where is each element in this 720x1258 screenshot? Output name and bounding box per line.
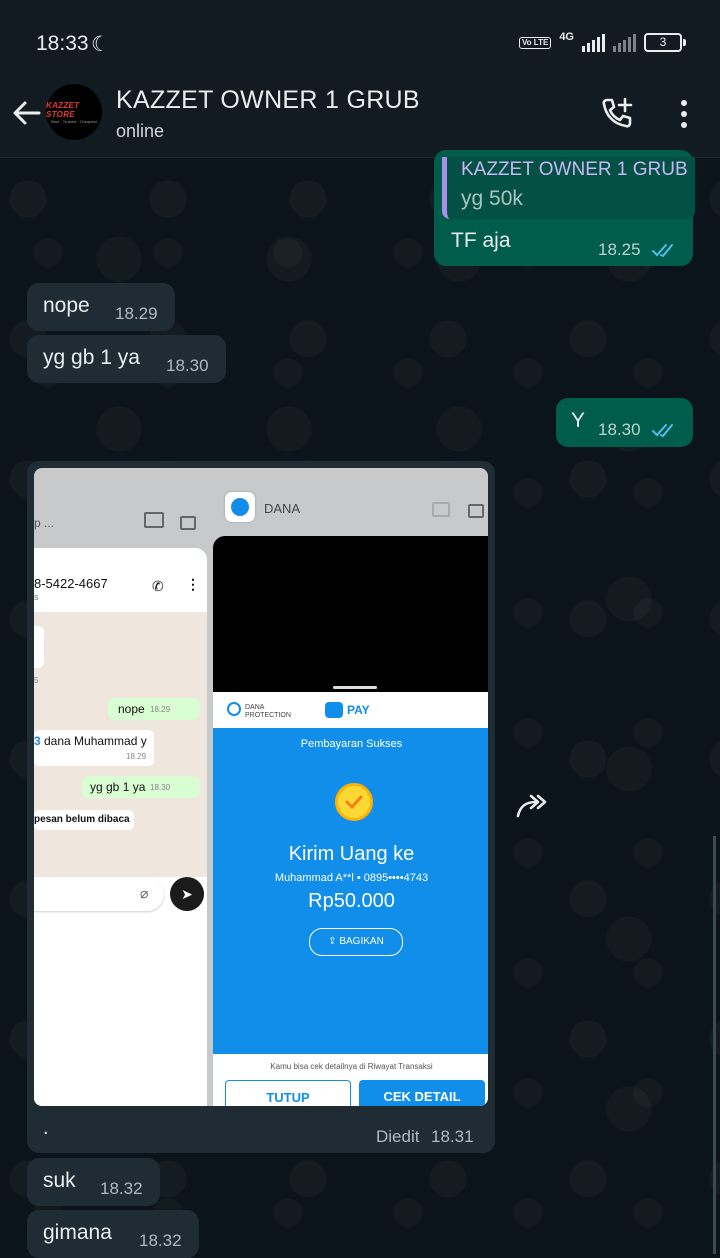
incoming-message[interactable]: suk 18.32 [27, 1158, 160, 1206]
check-detail-button: CEK DETAIL [359, 1080, 485, 1106]
history-note: Kamu bisa cek detailnya di Riwayat Trans… [270, 1062, 433, 1071]
message-text: nope [43, 294, 90, 317]
unread-banner: pesan belum dibaca [34, 810, 134, 830]
message-time: 18.29 [150, 705, 171, 714]
quoted-text: yg 50k [461, 187, 523, 210]
send-button: ➤ [170, 877, 204, 911]
message-number: 3 [34, 734, 41, 748]
message-time: 18.30 [150, 783, 171, 792]
incoming-message[interactable]: nope 18.29 [27, 283, 175, 331]
dana-card: DANA PROTECTION PAY Pembayaran Sukses Ki… [213, 536, 488, 1106]
success-title: Pembayaran Sukses [300, 738, 403, 750]
image-caption: . [43, 1117, 49, 1139]
transfer-amount: Rp50.000 [308, 890, 395, 912]
recent-app-label: p ... [34, 516, 55, 530]
message-time: 18.25 [598, 240, 641, 259]
shared-screenshot[interactable]: p ... DANA 8-5422-4667 s ✆ ⋮ 5 nope 18.2… [34, 468, 488, 1106]
more-options-icon: ⋮ [186, 576, 200, 592]
dana-app-label: DANA [264, 501, 301, 516]
message-text: Y [571, 409, 586, 432]
message-time: 5 [34, 676, 39, 685]
lock-icon [468, 504, 484, 518]
quoted-message[interactable]: KAZZET OWNER 1 GRUB yg 50k [442, 157, 695, 219]
message-time: 18.30 [598, 420, 641, 439]
whatsapp-card: 8-5422-4667 s ✆ ⋮ 5 nope 18.29 3 dana Mu… [34, 548, 207, 1106]
recipient-info: Muhammad A**l • 0895••••4743 [274, 872, 429, 884]
unread-text: pesan belum dibaca [34, 814, 130, 825]
attach-icon: ⌀ [140, 885, 149, 901]
avatar[interactable]: KAZZET STORE Best · Trusted · Cheapest [46, 84, 102, 140]
message-text: TF aja [451, 229, 511, 252]
contact-sub: s [34, 592, 39, 602]
outgoing-message[interactable]: Y 18.30 [556, 398, 693, 447]
message-text: yg gb 1 ya [90, 780, 146, 794]
read-ticks-icon [652, 424, 673, 438]
split-screen-icon [432, 502, 450, 517]
message-time: 18.30 [166, 356, 209, 375]
chat-title[interactable]: KAZZET OWNER 1 GRUB [116, 86, 420, 115]
dana-pay-label: PAY [347, 703, 370, 717]
add-call-icon[interactable] [600, 96, 634, 130]
dana-pay-icon [325, 702, 343, 718]
gesture-handle [333, 686, 377, 689]
network-type: 4G [559, 30, 574, 43]
add-call-icon: ✆ [152, 578, 164, 594]
message-text: dana Muhammad y [44, 734, 147, 748]
incoming-bubble: 3 dana Muhammad y 18.29 [34, 730, 154, 766]
message-text: nope [118, 702, 145, 716]
share-icon: ⇪ [328, 936, 340, 947]
contact-phone: 8-5422-4667 [34, 576, 108, 591]
edited-label: Diedit [376, 1127, 420, 1146]
transfer-heading: Kirim Uang ke [288, 843, 415, 865]
payment-success-panel: Pembayaran Sukses Kirim Uang ke Muhammad… [213, 728, 488, 1054]
volte-icon: Vo LTE [518, 36, 552, 49]
message-text: suk [43, 1169, 76, 1192]
quoted-sender: KAZZET OWNER 1 GRUB [461, 159, 688, 180]
incoming-bubble [34, 626, 44, 668]
back-arrow-icon[interactable] [11, 97, 43, 129]
message-text: gimana [43, 1221, 112, 1244]
share-label: BAGIKAN [339, 936, 384, 947]
lock-icon [180, 516, 196, 530]
dana-topbar: DANA PROTECTION PAY [213, 692, 488, 728]
signal-icon [582, 33, 605, 52]
share-button: ⇪ BAGIKAN [309, 928, 403, 956]
card-header: 8-5422-4667 s ✆ ⋮ [34, 548, 207, 613]
message-time: 18.32 [100, 1179, 143, 1198]
incoming-message[interactable]: yg gb 1 ya 18.30 [27, 335, 226, 383]
avatar-logo-sub: Best · Trusted · Cheapest [51, 118, 97, 124]
read-ticks-icon [652, 244, 673, 258]
message-time: 18.32 [139, 1231, 182, 1250]
more-options-icon[interactable] [676, 98, 692, 130]
signal-icon [613, 33, 636, 52]
message-input: ⌀ [34, 877, 164, 911]
message-time: 18.29 [115, 304, 158, 323]
message-time: 18.31 [431, 1127, 474, 1146]
dana-protection-label: DANA PROTECTION [245, 704, 291, 719]
success-check-icon [335, 783, 373, 821]
close-button: TUTUP [225, 1080, 351, 1106]
dana-protection-icon [227, 702, 241, 716]
chat-status: online [116, 121, 165, 141]
image-message[interactable]: p ... DANA 8-5422-4667 s ✆ ⋮ 5 nope 18.2… [27, 461, 495, 1153]
outgoing-bubble: nope 18.29 [108, 698, 200, 720]
status-bar: 18:33 ☾ Vo LTE 4G 3 [0, 0, 720, 80]
dana-app-icon [225, 492, 255, 522]
message-time: 18.29 [126, 752, 147, 761]
scrollbar[interactable] [713, 836, 716, 1254]
message-text: yg gb 1 ya [43, 346, 140, 369]
outgoing-bubble: yg gb 1 ya 18.30 [82, 776, 200, 798]
forward-icon[interactable] [514, 788, 556, 824]
card-chat-area: 5 nope 18.29 3 dana Muhammad y 18.29 yg … [34, 612, 207, 877]
incoming-message[interactable]: gimana 18.32 [27, 1210, 199, 1258]
moon-icon: ☾ [91, 33, 110, 56]
battery-icon: 3 [644, 33, 686, 52]
status-time: 18:33 [36, 32, 89, 55]
dana-footer: Kamu bisa cek detailnya di Riwayat Trans… [213, 1054, 488, 1106]
avatar-logo: KAZZET STORE [46, 100, 80, 119]
split-screen-icon [144, 512, 164, 528]
chat-header: KAZZET STORE Best · Trusted · Cheapest K… [0, 80, 720, 158]
